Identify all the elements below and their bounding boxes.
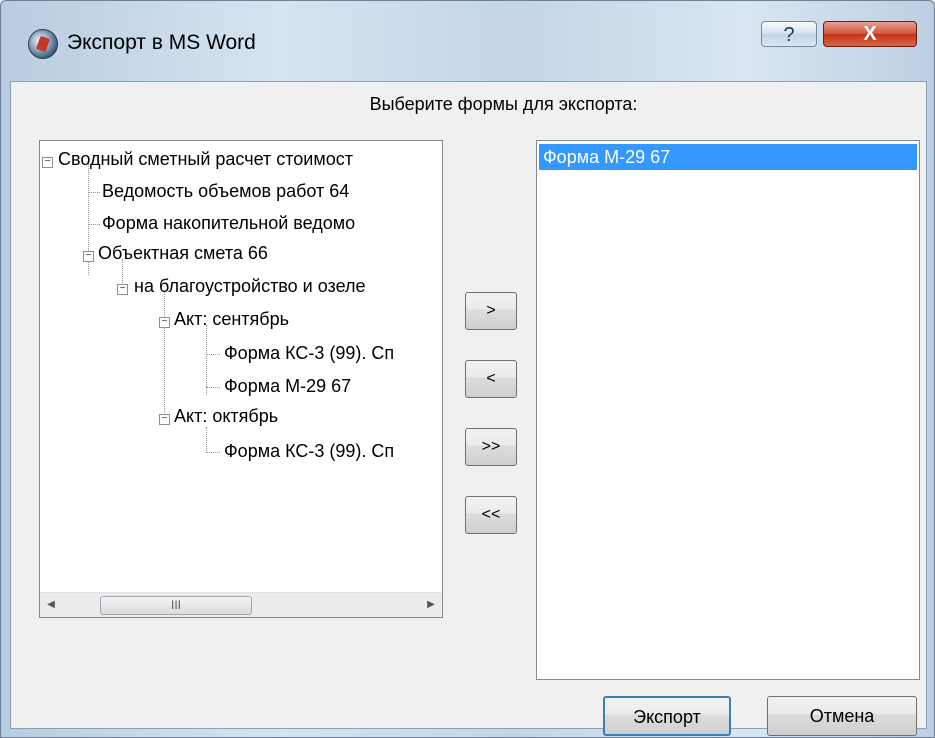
list-item[interactable]: Форма М-29 67 xyxy=(539,144,917,170)
collapse-icon[interactable]: − xyxy=(159,414,170,425)
tree-line xyxy=(206,452,220,453)
tree-line xyxy=(164,291,165,413)
tree-line xyxy=(88,192,100,193)
collapse-icon[interactable]: − xyxy=(117,284,128,295)
tree-item[interactable]: Форма КС-3 (99). Сп xyxy=(224,437,394,465)
instruction-heading: Выберите формы для экспорта: xyxy=(369,94,638,114)
remove-all-button[interactable]: << xyxy=(465,496,517,534)
title-bar[interactable]: Экспорт в MS Word ? X xyxy=(1,1,934,81)
tree-item[interactable]: Акт: октябрь xyxy=(174,402,278,430)
tree-line xyxy=(88,224,100,225)
tree-item[interactable]: Форма накопительной ведомо xyxy=(102,209,355,237)
tree-line xyxy=(206,325,207,395)
dialog-content: Выберите формы для экспорта: − Сводный с… xyxy=(10,81,927,736)
tree-item[interactable]: Акт: сентябрь xyxy=(174,305,289,333)
scroll-left-icon[interactable]: ◀ xyxy=(40,593,62,617)
scroll-right-icon[interactable]: ▶ xyxy=(420,593,442,617)
horizontal-scrollbar[interactable]: ◀ III ▶ xyxy=(40,592,442,617)
app-icon xyxy=(28,29,58,59)
tree-item[interactable]: Форма КС-3 (99). Сп xyxy=(224,339,394,367)
add-selected-button[interactable]: > xyxy=(465,292,517,330)
tree-line xyxy=(206,354,220,355)
tree-item[interactable]: Сводный сметный расчет стоимост xyxy=(58,145,353,173)
window-title: Экспорт в MS Word xyxy=(67,31,256,54)
tree-line xyxy=(206,387,220,388)
help-button[interactable]: ? xyxy=(761,21,817,47)
dialog-window: Экспорт в MS Word ? X Выберите формы для… xyxy=(0,0,935,738)
cancel-button[interactable]: Отмена xyxy=(767,696,917,736)
remove-selected-button[interactable]: < xyxy=(465,360,517,398)
selected-forms-list[interactable]: Форма М-29 67 xyxy=(536,140,920,680)
close-button[interactable]: X xyxy=(823,21,917,47)
tree-item[interactable]: Форма М-29 67 xyxy=(224,372,351,400)
tree-item[interactable]: на благоустройство и озеле xyxy=(134,272,366,300)
collapse-icon[interactable]: − xyxy=(42,157,53,168)
tree-item[interactable]: Объектная смета 66 xyxy=(98,239,268,267)
add-all-button[interactable]: >> xyxy=(465,428,517,466)
collapse-icon[interactable]: − xyxy=(159,317,170,328)
export-button[interactable]: Экспорт xyxy=(603,696,731,736)
scroll-grip: III xyxy=(170,598,181,612)
scroll-thumb[interactable]: III xyxy=(100,596,252,615)
forms-tree[interactable]: − Сводный сметный расчет стоимост Ведомо… xyxy=(39,140,443,618)
tree-item[interactable]: Ведомость объемов работ 64 xyxy=(102,177,349,205)
tree-line xyxy=(206,427,207,453)
collapse-icon[interactable]: − xyxy=(83,251,94,262)
